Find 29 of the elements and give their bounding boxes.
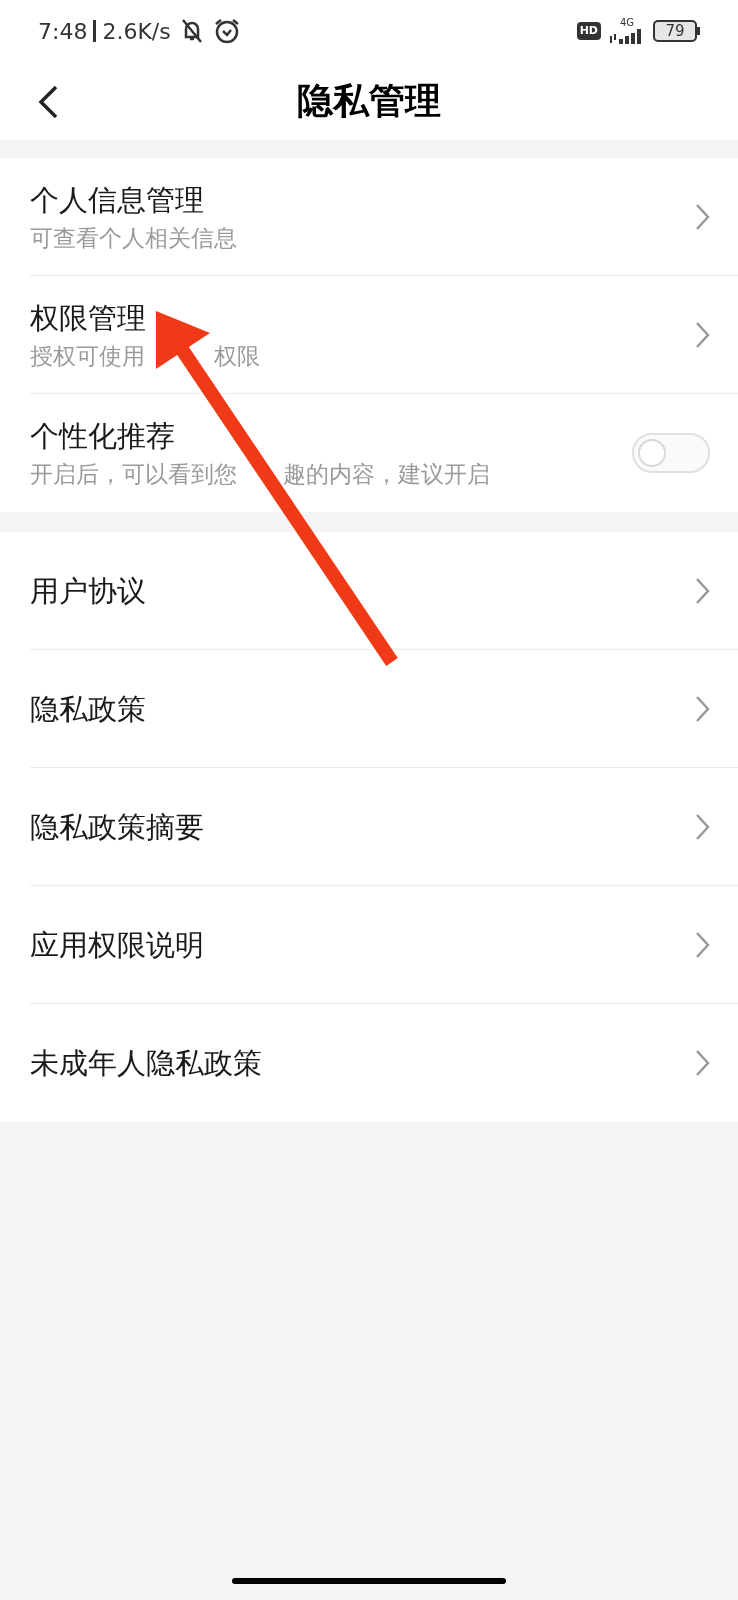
row-subtitle: 开启后，可以看到您 [30, 460, 237, 488]
battery-level: 79 [665, 20, 685, 42]
row-title: 个人信息管理 [30, 181, 205, 218]
row-title: 隐私政策摘要 [30, 808, 204, 845]
chevron-right-icon[interactable] [694, 930, 710, 959]
row-title: 权限管理 [30, 299, 147, 336]
chevron-right-icon[interactable] [694, 812, 710, 841]
row-subtitle: 可查看个人相关信息 [30, 223, 237, 252]
chevron-right-icon[interactable] [694, 576, 710, 605]
chevron-right-icon[interactable] [694, 202, 710, 231]
row-subtitle: 权限 [214, 341, 260, 370]
hd-badge: HD [576, 22, 601, 40]
divider-bar [93, 20, 97, 42]
network-type: 4G [619, 18, 635, 28]
chevron-right-icon[interactable] [694, 1049, 710, 1077]
toggle-switch[interactable] [632, 433, 710, 473]
network-speed: 2.6K/s [102, 17, 171, 46]
row-title: 个性化推荐 [30, 418, 176, 454]
row-title: 隐私政策 [30, 690, 146, 727]
row-title: 应用权限说明 [30, 926, 204, 963]
row-subtitle: 趣的内容，建议开启 [283, 460, 490, 488]
back-icon[interactable] [36, 84, 60, 120]
row-subtitle: 授权可使用 [30, 341, 145, 370]
row-title: 未成年人隐私政策 [30, 1045, 262, 1081]
status-time: 7:48 [38, 17, 88, 46]
row-title: 用户协议 [30, 572, 146, 609]
page-title: 隐私管理 [297, 79, 441, 123]
chevron-right-icon[interactable] [694, 694, 710, 723]
chevron-right-icon[interactable] [694, 320, 710, 349]
